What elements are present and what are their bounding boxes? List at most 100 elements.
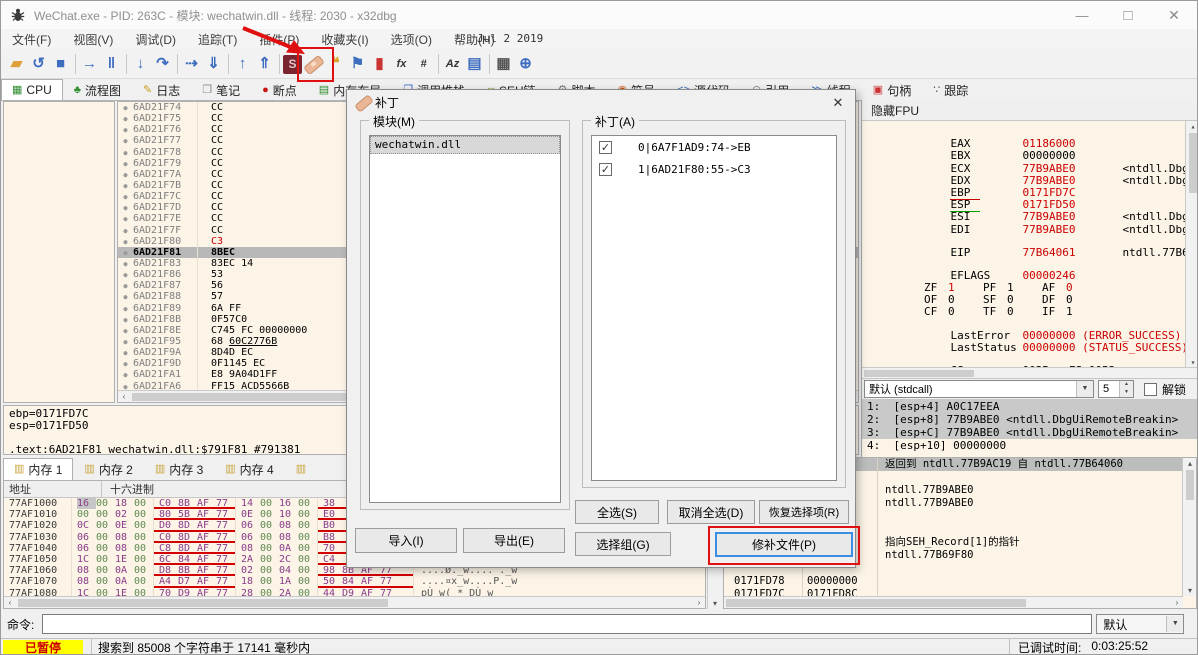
- tab-log[interactable]: ✎ 日志: [132, 79, 191, 100]
- breakpoint-dot-icon[interactable]: [118, 258, 133, 269]
- attach-icon[interactable]: ▤: [464, 53, 485, 75]
- tab-breakpoints[interactable]: ● 断点: [251, 79, 308, 100]
- breakpoint-dot-icon[interactable]: [118, 135, 133, 146]
- patch-dialog-titlebar[interactable]: 补丁 ✕: [347, 90, 855, 114]
- breakpoint-dot-icon[interactable]: [118, 314, 133, 325]
- open-file-icon[interactable]: ▰: [6, 53, 27, 75]
- registers-list[interactable]: EAX 01186000 EBX 00000000 ECX 77B9ABE0 <ntdl…: [862, 121, 1197, 368]
- tab-cpu[interactable]: ▦ CPU: [1, 79, 63, 100]
- tab-dump-4[interactable]: ▥ 内存 4: [214, 458, 284, 480]
- import-button[interactable]: 导入(I): [355, 528, 457, 553]
- argument-row[interactable]: 2: [esp+8] 77B9ABE0 <ntdll.DbgUiRemoteBr…: [862, 413, 1197, 426]
- scylla-icon[interactable]: S: [283, 54, 302, 74]
- tab-dump-2[interactable]: ▥ 内存 2: [73, 458, 143, 480]
- bookmarks-icon[interactable]: ▮: [369, 53, 390, 75]
- dialog-close-icon[interactable]: ✕: [829, 94, 847, 112]
- patch-item[interactable]: ✓ 1|6AD21F80:55->C3: [592, 158, 836, 180]
- minimize-button[interactable]: —: [1059, 1, 1105, 29]
- menu-item[interactable]: 调试(D): [124, 31, 187, 48]
- argument-row[interactable]: 3: [esp+C] 77B9ABE0 <ntdll.DbgUiRemoteBr…: [862, 426, 1197, 439]
- step-over-icon[interactable]: ↷: [152, 53, 173, 75]
- dump-row[interactable]: 77AF1070 08 00 0A 00 A4 D7 AF 77 18 00 1A 00 50 84 AF 77…: [4, 576, 705, 588]
- menu-item[interactable]: 追踪(T): [187, 31, 248, 48]
- unlock-checkbox[interactable]: [1144, 382, 1157, 396]
- stack-row[interactable]: 0171FD78 00000000: [724, 575, 1196, 588]
- registers-hscrollbar[interactable]: [862, 367, 1197, 378]
- tab-trace[interactable]: ∵ 跟踪: [922, 79, 979, 100]
- breakpoint-dot-icon[interactable]: [118, 180, 133, 191]
- stack-hscrollbar[interactable]: ›: [724, 596, 1183, 608]
- module-item[interactable]: wechatwin.dll: [370, 136, 560, 154]
- execute-till-return-icon[interactable]: ↑: [232, 53, 253, 75]
- breakpoint-dot-icon[interactable]: [118, 124, 133, 135]
- strings-icon[interactable]: Az: [442, 53, 463, 75]
- menu-item[interactable]: 文件(F): [1, 31, 62, 48]
- labels-icon[interactable]: ⚑: [347, 53, 368, 75]
- pause-icon[interactable]: ‖: [101, 53, 122, 75]
- tab-handles[interactable]: ▣ 句柄: [862, 79, 922, 100]
- module-list[interactable]: wechatwin.dll: [369, 135, 561, 503]
- breakpoint-dot-icon[interactable]: [118, 102, 133, 113]
- breakpoint-dot-icon[interactable]: [118, 213, 133, 224]
- help-icon[interactable]: ⊕: [515, 53, 536, 75]
- breakpoint-dot-icon[interactable]: [118, 158, 133, 169]
- restart-icon[interactable]: ↺: [28, 53, 49, 75]
- menu-item[interactable]: 视图(V): [62, 31, 124, 48]
- run-icon[interactable]: →: [79, 53, 100, 75]
- breakpoint-dot-icon[interactable]: [118, 280, 133, 291]
- command-input[interactable]: [42, 614, 1093, 634]
- run-to-selection-icon[interactable]: ⇢: [181, 53, 202, 75]
- checkbox-icon[interactable]: ✓: [599, 140, 612, 154]
- restore-selection-button[interactable]: 恢复选择项(R): [759, 500, 849, 524]
- registers-vscrollbar[interactable]: ▴ ▾: [1185, 121, 1197, 368]
- breakpoint-dot-icon[interactable]: [118, 325, 133, 336]
- arg-count-stepper[interactable]: 5 ▲ ▼: [1098, 380, 1134, 398]
- tab-dump-3[interactable]: ▥ 内存 3: [144, 458, 214, 480]
- maximize-button[interactable]: □: [1105, 1, 1151, 29]
- menu-item[interactable]: 收藏夹(I): [310, 31, 379, 48]
- hide-fpu-button[interactable]: 隐藏FPU: [862, 100, 1197, 121]
- pick-groups-button[interactable]: 选择组(G): [575, 532, 671, 556]
- breakpoint-dot-icon[interactable]: [118, 202, 133, 213]
- checkbox-icon[interactable]: ✓: [599, 162, 612, 176]
- breakpoint-dot-icon[interactable]: [118, 225, 133, 236]
- stack-vscrollbar[interactable]: ▴ ▾: [1182, 458, 1196, 596]
- step-out-icon[interactable]: ⇓: [203, 53, 224, 75]
- argument-row[interactable]: 1: [esp+4] A0C17EEA: [862, 400, 1197, 413]
- breakpoint-dot-icon[interactable]: [118, 303, 133, 314]
- breakpoint-dot-icon[interactable]: [118, 269, 133, 280]
- menu-item[interactable]: 插件(P): [248, 31, 310, 48]
- export-button[interactable]: 导出(E): [463, 528, 565, 553]
- close-button[interactable]: ✕: [1151, 1, 1197, 29]
- patch-list[interactable]: ✓ 0|6A7F1AD9:74->EB ✓ 1|6AD21F80:55->C3: [591, 135, 837, 481]
- breakpoint-dot-icon[interactable]: [118, 169, 133, 180]
- argument-row[interactable]: 4: [esp+10] 00000000: [862, 439, 1197, 452]
- patch-file-button[interactable]: 修补文件(P): [715, 532, 853, 557]
- step-into-icon[interactable]: ↓: [130, 53, 151, 75]
- tab-notes[interactable]: ❐ 笔记: [191, 79, 251, 100]
- breakpoint-dot-icon[interactable]: [118, 358, 133, 369]
- dump-hscrollbar[interactable]: ‹ ›: [4, 596, 705, 608]
- arguments-list[interactable]: 1: [esp+4] A0C17EEA 2: [esp+8] 77B9ABE0 …: [862, 400, 1197, 456]
- calling-convention-select[interactable]: 默认 (stdcall) ▼: [864, 380, 1094, 398]
- patch-item[interactable]: ✓ 0|6A7F1AD9:74->EB: [592, 136, 836, 158]
- register-row[interactable]: EAX 01186000: [871, 126, 1197, 149]
- menu-item[interactable]: 选项(O): [380, 31, 443, 48]
- select-all-button[interactable]: 全选(S): [575, 500, 659, 524]
- command-script-select[interactable]: 默认 ▼: [1096, 614, 1185, 634]
- breakpoint-dot-icon[interactable]: [118, 347, 133, 358]
- stop-icon[interactable]: ■: [50, 53, 71, 75]
- run-to-user-code-icon[interactable]: ⇑: [254, 53, 275, 75]
- breakpoint-dot-icon[interactable]: [118, 236, 133, 247]
- breakpoint-dot-icon[interactable]: [118, 247, 133, 258]
- tab-dump-5[interactable]: ▥: [285, 458, 321, 480]
- tab-graph[interactable]: ♣ 流程图: [63, 79, 132, 100]
- breakpoint-dot-icon[interactable]: [118, 336, 133, 347]
- functions-icon[interactable]: fx: [391, 53, 412, 75]
- breakpoint-dot-icon[interactable]: [118, 191, 133, 202]
- comments-icon[interactable]: ❝: [325, 53, 346, 75]
- breakpoint-dot-icon[interactable]: [118, 113, 133, 124]
- calculator-icon[interactable]: ▦: [493, 53, 514, 75]
- deselect-all-button[interactable]: 取消全选(D): [667, 500, 755, 524]
- tab-dump-1[interactable]: ▥ 内存 1: [3, 458, 74, 480]
